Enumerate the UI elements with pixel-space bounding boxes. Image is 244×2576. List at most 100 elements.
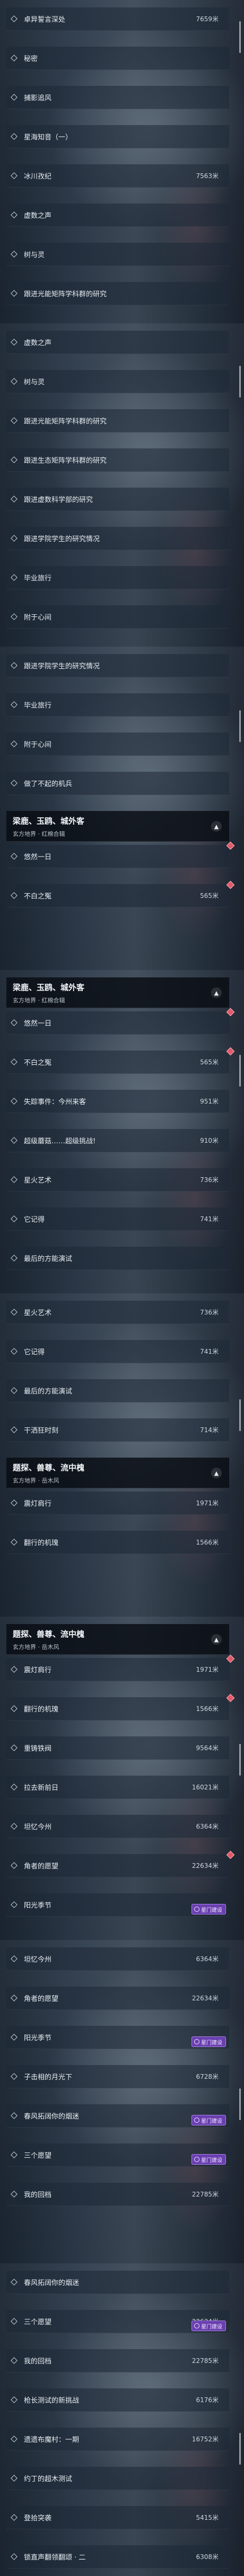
quest-list-item[interactable]: 毕业旅行 <box>6 693 229 717</box>
diamond-icon <box>11 2475 18 2482</box>
quest-list-item[interactable]: 约丁的超木测试 <box>6 2467 229 2490</box>
quest-list-item[interactable]: 拉去新前日 16021米 <box>6 1776 229 1799</box>
region-subtitle: 玄方地界 · 红棉合辑 <box>13 831 65 837</box>
quest-list-item[interactable]: 春风拓阔你的烟迷 <box>6 2271 229 2294</box>
quest-list-item[interactable]: 跟进光能矩阵学科群的研究 <box>6 282 229 305</box>
quest-list-item[interactable]: 悠然一日 <box>6 1011 229 1035</box>
quest-list-item[interactable]: 锁直声翻领翻颂 · 二 6308米 <box>6 2545 229 2569</box>
quest-list-item[interactable]: 跟进光能矩阵学科群的研究 <box>6 409 229 433</box>
quest-list-item[interactable]: 角者的愿望 22634米 <box>6 1987 229 2010</box>
diamond-icon <box>11 2112 18 2119</box>
quest-list-item[interactable]: 春风拓阔你的烟迷 星门建设 <box>6 2104 229 2128</box>
diamond-icon <box>11 1426 18 1433</box>
region-group-header[interactable]: 梁鹿、玉鸥、城外客 玄方地界 · 红棉合辑 ▲ <box>6 811 229 842</box>
quest-list-item[interactable]: 树与灵 <box>6 370 229 393</box>
star-gate-badge[interactable]: 星门建设 <box>191 1904 226 1915</box>
quest-list-item[interactable]: 我的回档 22785米 <box>6 2349 229 2372</box>
star-gate-badge[interactable]: 星门建设 <box>191 2154 226 2165</box>
star-gate-badge[interactable]: 星门建设 <box>191 2115 226 2125</box>
quest-list-item[interactable]: 星火艺术 736米 <box>6 1168 229 1192</box>
quest-list-item[interactable]: 跟进生态矩阵学科群的研究 <box>6 448 229 472</box>
diamond-icon <box>11 133 18 140</box>
quest-distance: 1971米 <box>196 1499 219 1507</box>
quest-list-item[interactable]: 阳光季节 星门建设 <box>6 2026 229 2049</box>
scrollbar-thumb[interactable] <box>239 2433 241 2465</box>
quest-list-item[interactable]: 坦忆今州 6364米 <box>6 1815 229 1838</box>
quest-title: 角者的愿望 <box>24 1863 59 1871</box>
diamond-icon <box>11 339 18 346</box>
quest-title: 坦忆今州 <box>24 1956 52 1964</box>
screenshot-strip: 虚数之声树与灵跟进光能矩阵学科群的研究 跟进生态矩阵学科群的研究 跟进虚数科学部的研… <box>0 323 244 647</box>
quest-list-item[interactable]: 重铸铁阀 9564米 <box>6 1736 229 1760</box>
quest-title: 跟进光能矩阵学科群的研究 <box>24 290 107 298</box>
quest-list-item[interactable]: 冰川孜纪 7563米 <box>6 164 229 188</box>
screenshot-strip: 跟进学院学生的研究情况 毕业旅行 附于心间 做了不起的机兵 梁鹿、玉鸥、城外客 玄方地界 … <box>0 647 244 970</box>
quest-list-item[interactable]: 角者的愿望 22634米 <box>6 1854 229 1877</box>
quest-list-item[interactable]: 秘密 <box>6 47 229 70</box>
quest-list-item[interactable]: 毕业旅行 <box>6 566 229 589</box>
chevron-up-icon[interactable]: ▲ <box>211 987 222 998</box>
quest-list-item[interactable]: 做了不起的机兵 <box>6 772 229 795</box>
quest-list-item[interactable]: 三个愿望 星门建设 <box>6 2143 229 2167</box>
diamond-icon <box>11 94 18 101</box>
quest-list-item[interactable]: 枪长测试的新挑战 6176米 <box>6 2388 229 2412</box>
quest-title: 超级蘑菇……超级挑战! <box>24 1137 96 1145</box>
quest-list-item[interactable]: 虚数之声 <box>6 204 229 227</box>
quest-list-item[interactable]: 三个愿望22634米星门建设 <box>6 2310 229 2333</box>
quest-list-item[interactable]: 遗遗布魔村：一期 16752米 <box>6 2428 229 2451</box>
quest-list-item[interactable]: 不白之冤 565米 <box>6 1051 229 1074</box>
chevron-up-icon[interactable]: ▲ <box>211 1634 222 1645</box>
quest-list-item[interactable]: 跟进虚数科学部的研究 <box>6 488 229 511</box>
quest-list-item[interactable]: 翻行的机瑰 1566米 <box>6 1531 229 1554</box>
diamond-icon <box>11 496 18 502</box>
quest-list-item[interactable]: 我的回档 22785米 <box>6 2183 229 2206</box>
scrollbar-thumb[interactable] <box>239 21 241 53</box>
quest-list-item[interactable]: 星火艺术 736米 <box>6 1301 229 1324</box>
region-group-header[interactable]: 题探、兽尊、流中槐 玄方地界 · 岳木风 ▲ <box>6 1458 229 1488</box>
quest-list-item[interactable]: 最后的方能演试 <box>6 1379 229 1402</box>
scrollbar-thumb[interactable] <box>239 1055 241 1087</box>
quest-list-item[interactable]: 跟进学院学生的研究情况 <box>6 654 229 677</box>
star-gate-badge[interactable]: 星门建设 <box>191 2321 226 2331</box>
diamond-icon <box>11 172 18 179</box>
quest-title: 毕业旅行 <box>24 575 52 583</box>
quest-list-item[interactable]: 震灯肩行 1971米 <box>6 1658 229 1681</box>
quest-list-item[interactable]: 最后的方能演试 <box>6 1247 229 1270</box>
quest-list-item[interactable]: 震灯肩行 1971米 <box>6 1492 229 1515</box>
quest-list-item[interactable]: 星海知音（一） <box>6 125 229 148</box>
quest-list-item[interactable]: 登拾突袭 5415米 <box>6 2506 229 2529</box>
diamond-icon <box>11 613 18 620</box>
diamond-icon <box>11 2357 18 2364</box>
quest-list-item[interactable]: 干洒狂时刻 714米 <box>6 1418 229 1442</box>
quest-title: 秘密 <box>24 55 38 63</box>
quest-list-item[interactable]: 附于心间 <box>6 605 229 629</box>
quest-list-item[interactable]: 树与灵 <box>6 243 229 266</box>
quest-list-item[interactable]: 捕影追风 <box>6 86 229 109</box>
quest-list-item[interactable]: 失踪事件：今州来客 951米 <box>6 1090 229 1113</box>
region-group-header[interactable]: 题探、兽尊、流中槐 玄方地界 · 岳木风 ▲ <box>6 1624 229 1655</box>
quest-list-item[interactable]: 它记得 741米 <box>6 1340 229 1363</box>
quest-list-item[interactable]: 坦忆今州 6364米 <box>6 1947 229 1971</box>
quest-list-item[interactable]: 阳光季节 星门建设 <box>6 1893 229 1917</box>
chevron-up-icon[interactable]: ▲ <box>211 821 222 832</box>
quest-list-item[interactable]: 超级蘑菇……超级挑战! 910米 <box>6 1129 229 1152</box>
quest-list-item[interactable]: 它记得 741米 <box>6 1207 229 1231</box>
diamond-icon <box>11 251 18 258</box>
quest-list-item[interactable]: 不白之冤 565米 <box>6 884 229 907</box>
chevron-up-icon[interactable]: ▲ <box>211 1468 222 1478</box>
scrollbar-thumb[interactable] <box>239 710 241 742</box>
scrollbar-thumb[interactable] <box>239 1744 241 1776</box>
quest-list-item[interactable]: 卓异誓言深处 7659米 <box>6 7 229 31</box>
star-gate-badge[interactable]: 星门建设 <box>191 2036 226 2047</box>
region-group-header[interactable]: 梁鹿、玉鸥、城外客 玄方地界 · 红棉合辑 ▲ <box>6 977 229 1008</box>
quest-list-item[interactable]: 子击相的月光下 6728米 <box>6 2065 229 2088</box>
quest-list-item[interactable]: 翻行的机瑰 1566米 <box>6 1697 229 1721</box>
quest-list-item[interactable]: 附于心间 <box>6 733 229 756</box>
scrollbar-thumb[interactable] <box>239 2088 241 2120</box>
quest-list-item[interactable]: 跟进学院学生的研究情况 <box>6 527 229 550</box>
quest-list-item[interactable]: 虚数之声 <box>6 331 229 354</box>
scrollbar-thumb[interactable] <box>239 366 241 398</box>
quest-list-item[interactable]: 悠然一日 <box>6 845 229 868</box>
scrollbar-thumb[interactable] <box>239 1399 241 1431</box>
diamond-icon <box>11 1309 18 1316</box>
